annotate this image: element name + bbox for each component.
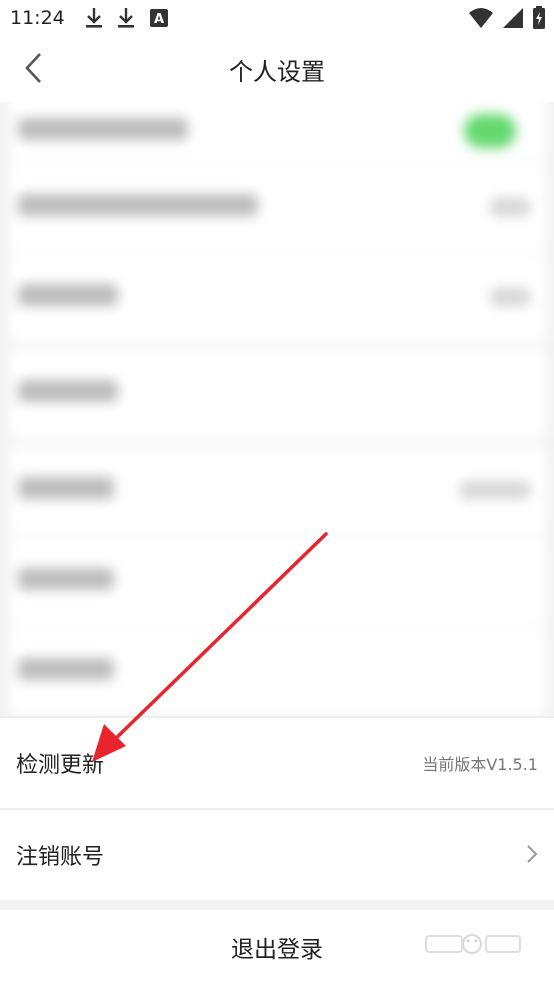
blurred-row: [10, 538, 546, 626]
battery-charging-icon: [533, 6, 545, 29]
status-icons-left: A: [85, 7, 169, 29]
status-time: 11:24: [10, 7, 65, 29]
cancel-account-label: 注销账号: [16, 845, 105, 870]
check-update-label: 检测更新: [16, 753, 105, 778]
blurred-row: [10, 164, 546, 252]
blurred-row: [10, 350, 546, 438]
status-bar: 11:24 A: [0, 0, 554, 36]
wifi-icon: [469, 8, 493, 28]
chevron-left-icon: [25, 53, 41, 83]
cancel-account-row[interactable]: 注销账号: [0, 810, 554, 900]
check-update-row[interactable]: 检测更新 当前版本V1.5.1: [0, 718, 554, 808]
signal-icon: [503, 8, 523, 28]
section-gap: [0, 900, 554, 910]
logout-label: 退出登录: [231, 937, 323, 963]
blurred-row: [10, 254, 546, 342]
page-title: 个人设置: [229, 57, 325, 86]
blurred-row: [10, 628, 546, 716]
font-app-icon: A: [149, 9, 168, 27]
download-icon: [85, 8, 102, 28]
blurred-settings-region: [0, 102, 554, 718]
back-button[interactable]: [16, 50, 52, 86]
status-icons-right: [468, 6, 546, 30]
baidu-watermark: [424, 930, 524, 966]
download-icon: [117, 8, 134, 28]
watermark-logo: [425, 934, 521, 954]
header: 个人设置: [0, 36, 554, 102]
blurred-row: [10, 447, 546, 535]
blurred-row: [10, 102, 546, 162]
chevron-right-icon: [527, 845, 538, 863]
svg-text:A: A: [154, 12, 164, 27]
current-version-text: 当前版本V1.5.1: [422, 755, 538, 774]
